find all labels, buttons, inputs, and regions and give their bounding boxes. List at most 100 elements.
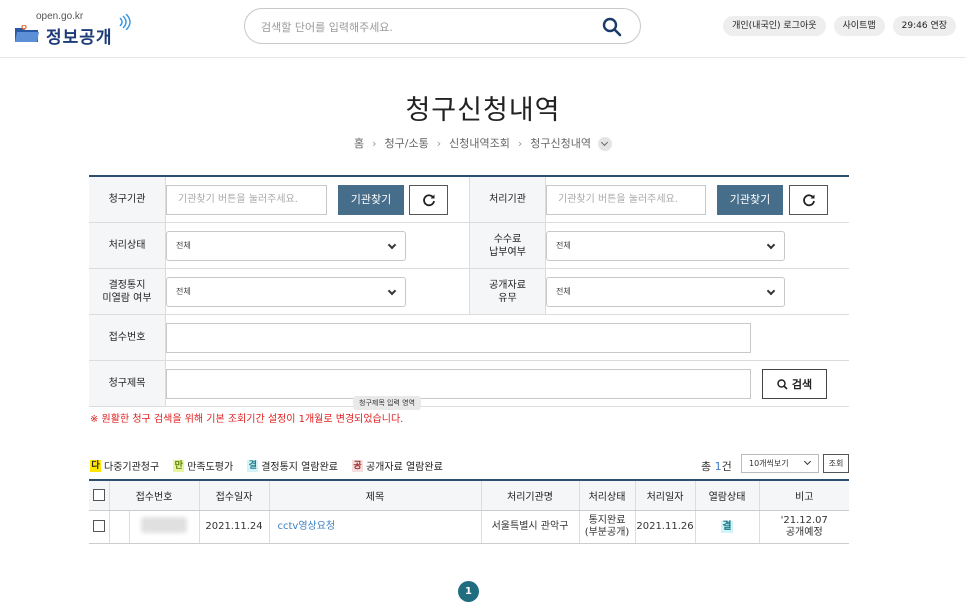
receipt-number-cell	[109, 510, 200, 544]
legend-item: 만 만족도평가	[173, 458, 233, 473]
session-extend-button[interactable]: 29:46 연장	[892, 16, 956, 36]
total-suffix: 건	[721, 460, 732, 473]
logo-text: 정보공개	[46, 28, 113, 48]
view-button[interactable]: 조회	[823, 454, 849, 473]
legend-item: 결 결정통지 열람완료	[247, 458, 338, 473]
request-org-input[interactable]: 기관찾기 버튼을 눌러주세요.	[166, 185, 327, 215]
site-logo[interactable]: open.go.kr 정보공개	[14, 10, 134, 50]
logout-button[interactable]: 개인(내국인) 로그아웃	[723, 16, 826, 36]
legend-text: 만족도평가	[187, 462, 234, 473]
global-search-input[interactable]	[261, 18, 581, 36]
process-org-input[interactable]: 기관찾기 버튼을 눌러주세요.	[546, 185, 706, 215]
search-icon[interactable]	[602, 17, 622, 37]
notice-unread-select[interactable]: 전체	[166, 277, 406, 307]
process-org-reset-button[interactable]	[789, 185, 828, 215]
refresh-icon	[802, 194, 815, 207]
receipt-number-input[interactable]	[166, 323, 751, 353]
breadcrumb-current: 청구신청내역	[530, 137, 591, 150]
notice-select-value: 전체	[176, 287, 191, 296]
status-legend: 다 다중기관청구 만 만족도평가 결 결정통지 열람완료 공 공개자료 열람완료	[90, 458, 443, 473]
public-data-select[interactable]: 전체	[546, 277, 785, 307]
column-header: 제목	[269, 480, 482, 511]
legend-mark-decision: 결	[247, 459, 259, 472]
subject-tooltip: 청구제목 입력 영역	[353, 396, 421, 410]
column-header: 처리기관명	[481, 480, 580, 511]
global-search	[244, 8, 641, 44]
note-line1: '21.12.07	[780, 514, 828, 526]
signal-icon	[119, 14, 131, 30]
receipt-date-cell: 2021.11.24	[199, 510, 270, 544]
legend-mark-satisfaction: 만	[173, 459, 185, 472]
search-button[interactable]: 검색	[762, 369, 827, 399]
row-checkbox[interactable]	[92, 520, 105, 532]
breadcrumb-separator-icon: ›	[517, 137, 523, 150]
form-row: 청구제목 검색	[89, 361, 849, 407]
search-notice: ※ 원활한 청구 검색을 위해 기본 조회기간 설정이 1개월로 변경되었습니다…	[90, 414, 404, 425]
results-table: 접수번호 접수일자 제목 처리기관명 처리상태 처리일자 열람상태 비고 202…	[89, 479, 849, 544]
subject-label: 청구제목	[89, 361, 166, 406]
breadcrumb-separator-icon: ›	[436, 137, 442, 150]
status-label: 처리상태	[89, 223, 166, 268]
status-cell: 통지완료 (부분공개)	[579, 510, 636, 544]
search-icon	[777, 378, 788, 390]
form-row: 청구기관 기관찾기 버튼을 눌러주세요. 기관찾기 처리기관 기관찾기 버튼을 …	[89, 177, 849, 223]
form-row: 접수번호	[89, 315, 849, 361]
legend-item: 공 공개자료 열람완료	[351, 458, 443, 473]
chevron-down-icon	[387, 240, 397, 250]
notice-label-line2: 미열람 여부	[102, 292, 152, 304]
status-line2: (부분공개)	[584, 526, 630, 538]
total-number: 1	[714, 460, 722, 473]
process-date-cell: 2021.11.26	[635, 510, 696, 544]
fee-label-line2: 납부여부	[489, 246, 526, 258]
sitemap-button[interactable]: 사이트맵	[833, 16, 885, 36]
request-org-reset-button[interactable]	[409, 185, 448, 215]
folder-icon	[15, 25, 39, 42]
total-prefix: 총	[701, 460, 712, 473]
org-cell: 서울특별시 관악구	[481, 510, 580, 544]
public-label-line2: 유무	[498, 292, 517, 304]
breadcrumb-item[interactable]: 신청내역조회	[449, 137, 510, 150]
total-count: 총 1건	[701, 458, 732, 474]
chevron-down-icon[interactable]	[598, 137, 612, 151]
column-header: 처리상태	[579, 480, 636, 511]
legend-text: 다중기관청구	[104, 462, 160, 473]
table-row: 2021.11.24 cctv영상요청 서울특별시 관악구 통지완료 (부분공개)…	[89, 510, 849, 544]
per-page-value: 10개씩보기	[749, 459, 789, 468]
form-row: 처리상태 전체 수수료 납부여부 전체	[89, 223, 849, 269]
refresh-icon	[422, 194, 435, 207]
column-header: 열람상태	[695, 480, 760, 511]
status-select-value: 전체	[176, 241, 191, 250]
search-button-label: 검색	[791, 378, 813, 391]
column-header: 접수일자	[199, 480, 270, 511]
status-select[interactable]: 전체	[166, 231, 406, 261]
notice-label-line1: 결정통지	[108, 279, 146, 291]
process-org-find-button[interactable]: 기관찾기	[717, 185, 783, 215]
site-header: open.go.kr 정보공개 개인(내국인) 로그아웃 사이트맵 29:46 …	[0, 0, 966, 58]
subject-input[interactable]	[166, 369, 751, 399]
legend-text: 공개자료 열람완료	[365, 462, 443, 473]
page-title: 청구신청내역	[405, 95, 561, 126]
receipt-number-redacted	[141, 516, 187, 533]
public-select-value: 전체	[556, 287, 571, 296]
legend-mark-multi: 다	[90, 459, 101, 472]
request-org-label: 청구기관	[89, 177, 166, 222]
note-line2: 공개예정	[785, 526, 823, 538]
fee-label: 수수료 납부여부	[469, 223, 546, 268]
select-all-checkbox[interactable]	[92, 489, 105, 502]
page-number-current[interactable]: 1	[458, 581, 479, 602]
chevron-down-icon	[766, 240, 776, 250]
public-data-label: 공개자료 유무	[469, 269, 546, 314]
request-org-find-button[interactable]: 기관찾기	[338, 185, 404, 215]
top-utility-buttons: 개인(내국인) 로그아웃 사이트맵 29:46 연장	[723, 16, 956, 36]
legend-mark-public: 공	[351, 459, 363, 472]
request-title-link[interactable]: cctv영상요청	[278, 521, 336, 532]
per-page-select[interactable]: 10개씩보기	[741, 454, 819, 473]
fee-select[interactable]: 전체	[546, 231, 785, 261]
breadcrumb-item[interactable]: 청구/소통	[385, 137, 429, 150]
notice-unread-label: 결정통지 미열람 여부	[89, 269, 166, 314]
breadcrumb-home[interactable]: 홈	[354, 137, 364, 150]
fee-select-value: 전체	[556, 241, 571, 250]
row-select-cell	[89, 510, 110, 544]
chevron-down-icon	[766, 286, 776, 296]
receipt-number-label: 접수번호	[89, 315, 166, 360]
